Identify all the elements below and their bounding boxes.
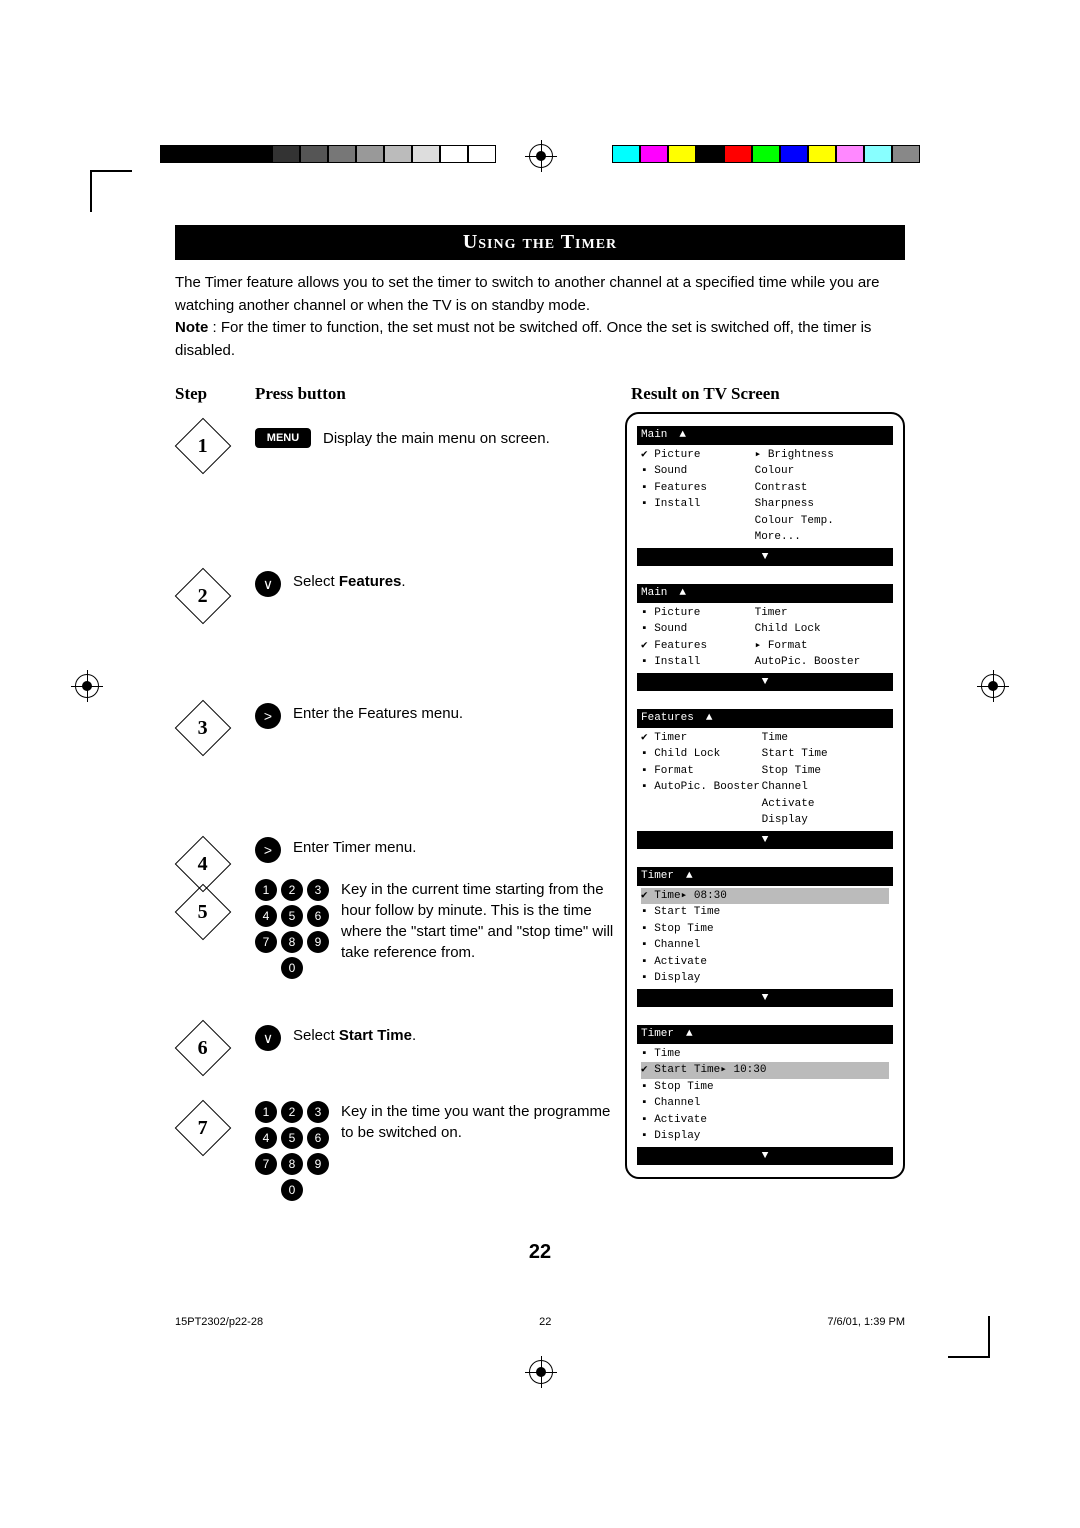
digit-pad-icon: 1234567890 <box>255 879 329 979</box>
grayscale-bar <box>160 145 496 163</box>
registration-mark-icon <box>75 674 99 698</box>
step-text: Display the main menu on screen. <box>323 428 550 449</box>
registration-mark-icon <box>981 674 1005 698</box>
crop-mark <box>948 1316 990 1358</box>
registration-mark-icon <box>529 1360 553 1384</box>
crop-mark <box>90 170 132 212</box>
osd-panel: Main▲ PictureSoundFeaturesInstallBrightn… <box>637 426 893 566</box>
down-button-icon: ∨ <box>255 571 281 597</box>
step-text: Enter Timer menu. <box>293 837 416 858</box>
right-button-icon: > <box>255 703 281 729</box>
registration-mark-icon <box>529 144 553 168</box>
intro-part1: The Timer feature allows you to set the … <box>175 274 880 314</box>
digit-pad-icon: 1234567890 <box>255 1101 329 1201</box>
osd-panel: Timer▲ TimeStart Time▸ 10:30Stop TimeCha… <box>637 1025 893 1165</box>
osd-panel: Main▲ PictureSoundFeaturesInstallTimerCh… <box>637 584 893 691</box>
step-text: Key in the current time starting from th… <box>341 879 625 963</box>
intro-text: The Timer feature allows you to set the … <box>175 272 905 362</box>
menu-button-icon: MENU <box>255 428 311 448</box>
down-button-icon: ∨ <box>255 1025 281 1051</box>
footer-left: 15PT2302/p22-28 <box>175 1316 263 1328</box>
col-header-press: Press button <box>255 384 625 404</box>
footer-right: 7/6/01, 1:39 PM <box>827 1316 905 1328</box>
osd-panel: Timer▲ Time▸ 08:30Start TimeStop TimeCha… <box>637 867 893 1007</box>
note-label: Note <box>175 319 208 336</box>
footer-center: 22 <box>539 1316 551 1328</box>
osd-panel: Features▲ TimerChild LockFormatAutoPic. … <box>637 709 893 849</box>
tv-screen: Main▲ PictureSoundFeaturesInstallBrightn… <box>625 412 905 1179</box>
step-text: Enter the Features menu. <box>293 703 463 724</box>
print-footer: 15PT2302/p22-28 22 7/6/01, 1:39 PM <box>175 1316 905 1328</box>
section-title: Using the Timer <box>175 225 905 260</box>
step-diamond: 7 <box>175 1100 232 1157</box>
step-text: Select Features. <box>293 571 406 592</box>
page-number: 22 <box>175 1241 905 1264</box>
step-text: Select Start Time. <box>293 1025 416 1046</box>
step-text: Key in the time you want the programme t… <box>341 1101 625 1143</box>
colorscale-bar <box>612 145 920 163</box>
col-header-step: Step <box>175 384 255 404</box>
right-button-icon: > <box>255 837 281 863</box>
col-header-result: Result on TV Screen <box>625 384 905 404</box>
intro-part2: : For the timer to function, the set mus… <box>175 319 871 359</box>
